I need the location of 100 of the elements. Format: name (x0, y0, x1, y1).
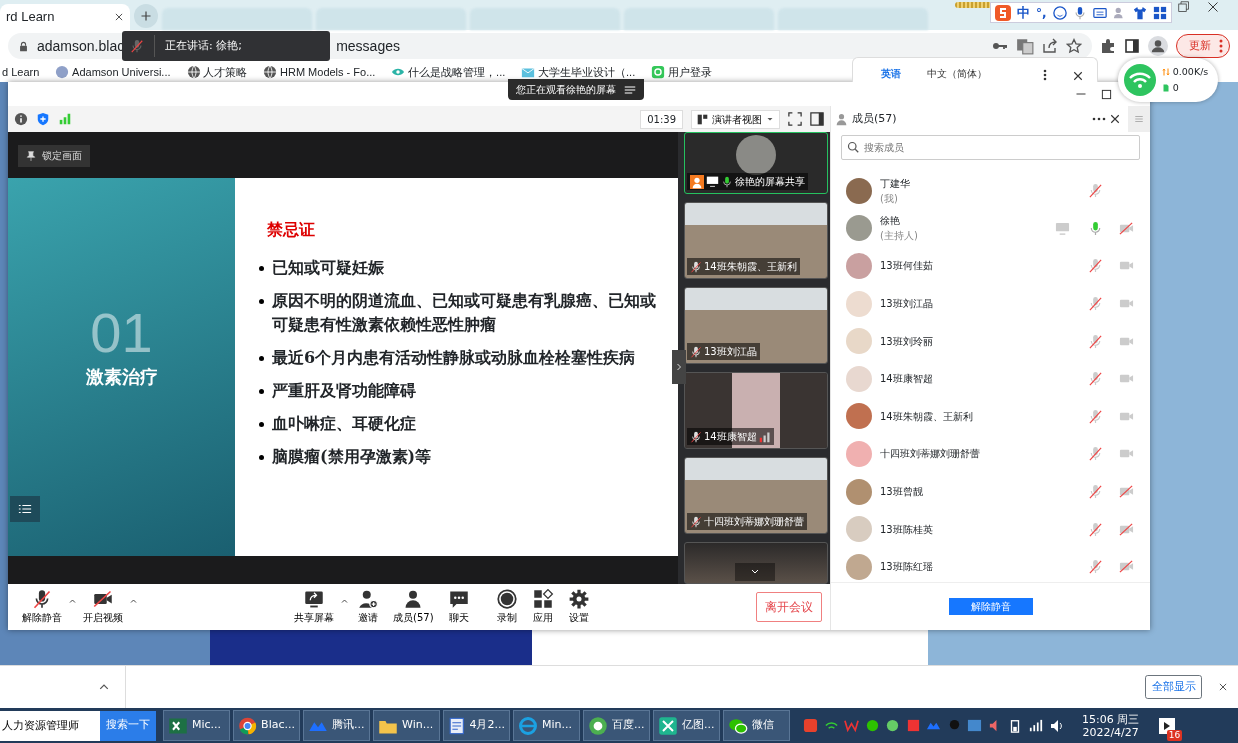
taskbar-button[interactable]: 亿图... (653, 710, 720, 741)
signal-icon[interactable] (1027, 718, 1044, 733)
muted-microphone-button[interactable]: 解除静音 (16, 589, 68, 625)
tray-app-icon[interactable] (803, 718, 818, 733)
show-all-button[interactable]: 全部显示 (1145, 675, 1202, 699)
seal-icon[interactable] (55, 65, 70, 79)
browser-tab[interactable]: rd Learn (0, 4, 130, 30)
video-tile[interactable]: 14班朱朝霞、王新利 (684, 202, 828, 279)
taskbar-button[interactable]: 微信 (723, 710, 790, 741)
globe-icon[interactable] (263, 65, 278, 79)
profile-icon[interactable] (1148, 36, 1168, 56)
bookmark-link[interactable]: 用户登录 (667, 63, 712, 81)
bookmark-link[interactable]: Adamson Universi... (72, 63, 171, 81)
member-row[interactable]: 13班刘江晶 (831, 284, 1150, 323)
chat-button[interactable]: 聊天 (441, 589, 476, 625)
punctuation-toggle[interactable]: °, (1036, 3, 1047, 22)
taskbar-button[interactable]: Win... (373, 710, 440, 741)
member-row[interactable]: 13班曾靓 (831, 472, 1150, 511)
people-button[interactable]: 成员(57) (387, 589, 440, 625)
language-tab[interactable]: 中文（简体） (927, 66, 987, 81)
bookmark-link[interactable]: 什么是战略管理，... (408, 63, 506, 81)
clock-date[interactable]: 2022/4/27 (1082, 725, 1139, 739)
taskbar-button[interactable]: 4月2... (443, 710, 510, 741)
puzzle-icon[interactable] (1100, 38, 1116, 54)
record-button[interactable]: 录制 (489, 589, 524, 625)
shirt-icon[interactable] (1132, 5, 1147, 20)
outline-button[interactable] (10, 496, 40, 522)
close-icon[interactable] (1110, 114, 1120, 124)
menu-icon[interactable] (624, 84, 636, 95)
add-person-button[interactable]: 邀请 (351, 589, 385, 625)
member-row[interactable]: 13班陈桂英 (831, 510, 1150, 548)
translate-icon[interactable] (1016, 37, 1034, 55)
star-icon[interactable] (1066, 38, 1082, 54)
restore-icon[interactable] (1178, 1, 1190, 13)
member-row[interactable]: 13班何佳茹 (831, 247, 1150, 285)
member-row[interactable]: 丁建华 (我) (831, 172, 1150, 210)
settings-button[interactable]: 设置 (561, 589, 596, 625)
lock-screen-button[interactable]: 锁定画面 (18, 145, 90, 168)
more-icon[interactable] (1043, 69, 1047, 81)
smiley-icon[interactable] (1052, 5, 1067, 20)
tray-app-icon[interactable] (864, 718, 880, 733)
unmute-all-button[interactable]: 解除静音 (948, 598, 1033, 615)
taskbar-button[interactable]: Mic... (163, 710, 230, 741)
side-panel-icon[interactable] (810, 112, 824, 126)
close-icon[interactable] (114, 12, 124, 22)
update-button[interactable]: 更新 (1176, 34, 1230, 58)
battery-icon[interactable] (1008, 717, 1022, 734)
taskbar-button[interactable]: Min... (513, 710, 580, 741)
member-row[interactable]: 13班陈红瑶 (831, 547, 1150, 582)
bookmark-link[interactable]: HRM Models - Fo... (280, 63, 376, 81)
tray-app-icon[interactable] (885, 718, 900, 733)
close-icon[interactable] (1218, 682, 1228, 692)
video-tile[interactable]: 徐艳的屏幕共享 (684, 132, 828, 194)
share-icon[interactable] (1042, 38, 1058, 54)
screen-share-button[interactable]: 共享屏幕 (288, 589, 340, 625)
bookmark-link[interactable]: 人才策略 (203, 63, 248, 81)
maximize-icon[interactable] (1101, 88, 1112, 100)
tray-app-icon[interactable] (905, 718, 921, 733)
close-icon[interactable] (1073, 71, 1083, 81)
new-tab-button[interactable] (134, 4, 158, 28)
taskbar-button[interactable]: 腾讯... (303, 710, 370, 741)
globe-icon[interactable] (186, 65, 201, 79)
taskbar-button[interactable]: Blac... (233, 710, 300, 741)
more-icon[interactable] (1092, 117, 1106, 121)
member-name: 徐艳 (880, 214, 901, 229)
video-tile[interactable]: 14班康智超 (684, 372, 828, 449)
fullscreen-icon[interactable] (788, 112, 802, 126)
collapse-handle[interactable] (672, 350, 686, 384)
camera-off-button[interactable]: 开启视频 (77, 589, 129, 625)
bookmark-link[interactable]: 大学生毕业设计（... (538, 63, 636, 81)
search-button[interactable]: 搜索一下 (100, 710, 156, 741)
input-mode-toggle[interactable]: 中 (1017, 2, 1030, 23)
person-icon (690, 174, 704, 189)
search-field[interactable]: 人力资源管理师 (0, 710, 100, 741)
chrome-icon (238, 715, 258, 736)
grid-icon[interactable] (1152, 5, 1167, 20)
leave-meeting-button[interactable]: 离开会议 (756, 592, 822, 622)
video-tile[interactable]: 13班刘江晶 (684, 287, 828, 364)
tray-app-icon[interactable] (967, 718, 982, 733)
member-row[interactable]: 14班朱朝霞、王新利 (831, 397, 1150, 436)
language-tab[interactable]: 英语 (881, 66, 901, 81)
tray-app-icon[interactable] (844, 718, 859, 733)
bookmark-link[interactable]: d Learn (2, 63, 40, 81)
member-row[interactable]: 十四班刘蒂娜刘珊舒蕾 (831, 435, 1150, 473)
member-row[interactable]: 徐艳 (主持人) (831, 209, 1150, 248)
keyboard-icon[interactable] (1092, 5, 1107, 20)
member-search-field[interactable]: 搜索成员 (841, 135, 1140, 160)
apps-button[interactable]: 应用 (525, 589, 560, 625)
sim-icon (1162, 83, 1170, 93)
view-mode-dropdown[interactable]: 演讲者视图 (691, 109, 780, 129)
taskbar-button[interactable]: 百度... (583, 710, 650, 741)
side-panel-icon[interactable] (1124, 38, 1140, 54)
video-tile[interactable]: 十四班刘蒂娜刘珊舒蕾 (684, 457, 828, 534)
info-icon[interactable] (14, 112, 28, 126)
shield-icon[interactable] (36, 112, 50, 126)
close-icon[interactable] (1206, 1, 1219, 13)
member-row[interactable]: 14班康智超 (831, 359, 1150, 398)
video-tile[interactable] (684, 542, 828, 584)
member-row[interactable]: 13班刘玲丽 (831, 322, 1150, 360)
clock-time[interactable]: 15:06 周三 (1082, 712, 1140, 726)
